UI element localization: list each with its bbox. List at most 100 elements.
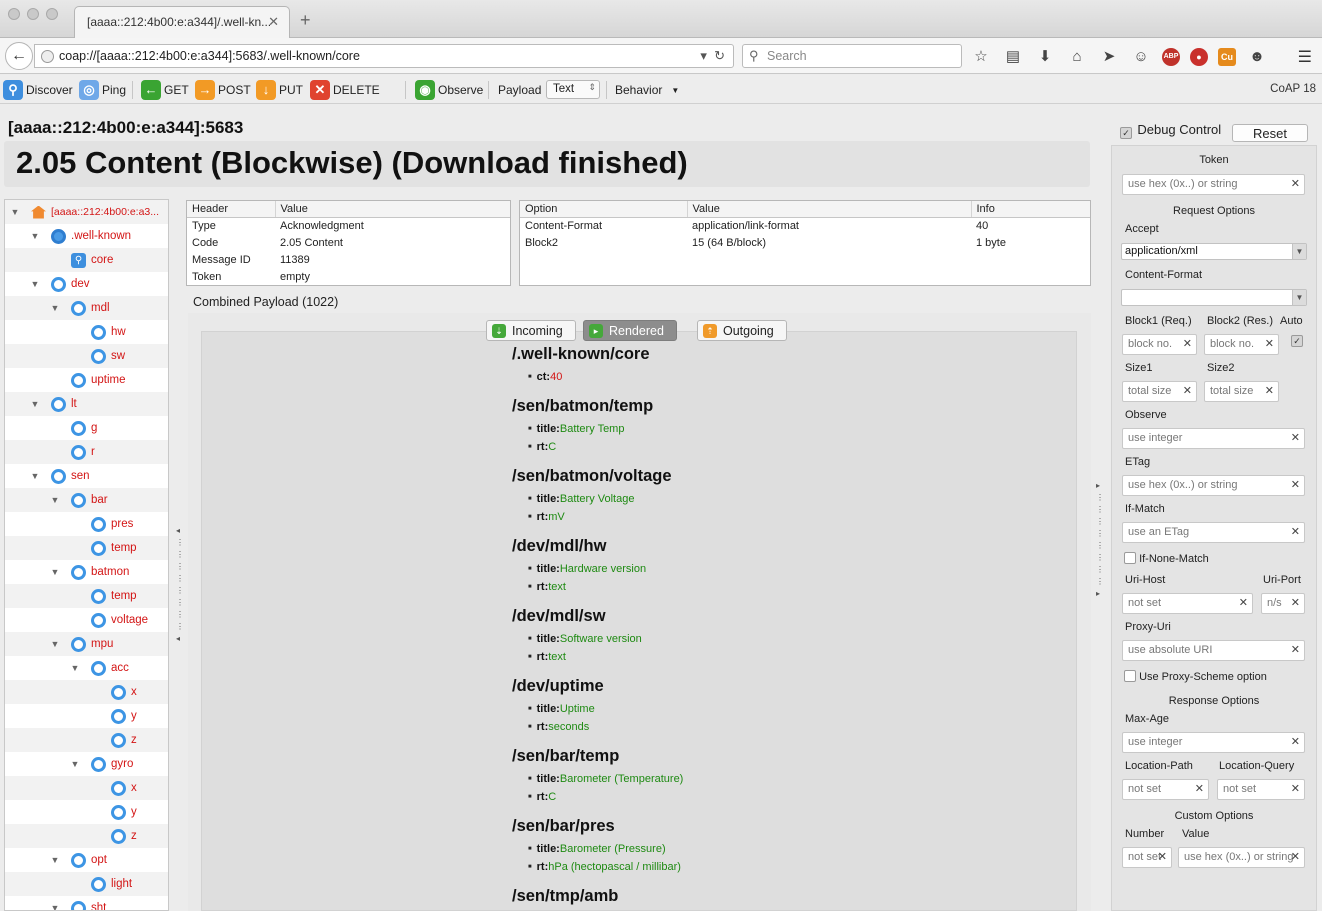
clear-icon[interactable]: ✕	[1195, 782, 1204, 795]
delete-button[interactable]: ✕ DELETE	[310, 79, 380, 101]
tree-item[interactable]: y	[5, 704, 168, 728]
clear-icon[interactable]: ✕	[1291, 643, 1300, 656]
uriport-input[interactable]: n/s ✕	[1261, 593, 1305, 614]
tree-item[interactable]: ▼ gyro	[5, 752, 168, 776]
send-icon[interactable]: ➤	[1098, 47, 1120, 67]
tree-item[interactable]: z	[5, 824, 168, 848]
discover-button[interactable]: ⚲ Discover	[3, 79, 73, 101]
expand-twisty-icon[interactable]: ▼	[49, 303, 61, 313]
link-path[interactable]: /dev/mdl/sw	[512, 605, 1072, 627]
tree-item[interactable]: ⚲ core	[5, 248, 168, 272]
clear-icon[interactable]: ✕	[1183, 337, 1192, 350]
browser-tab[interactable]: [aaaa::212:4b00:e:a344]/.well-kn... ✕	[74, 6, 290, 38]
tree-item[interactable]: voltage	[5, 608, 168, 632]
proxyscheme-option[interactable]: Use Proxy-Scheme option	[1124, 670, 1267, 683]
debug-control-checkbox[interactable]: ✓	[1120, 127, 1132, 139]
expand-twisty-icon[interactable]: ▼	[29, 279, 41, 289]
size1-input[interactable]: total size ✕	[1122, 381, 1197, 402]
tree-item[interactable]: x	[5, 680, 168, 704]
clear-icon[interactable]: ✕	[1291, 782, 1300, 795]
expand-twisty-icon[interactable]: ▼	[29, 231, 41, 241]
clear-icon[interactable]: ✕	[1291, 850, 1300, 863]
copper-icon[interactable]: Cu	[1218, 48, 1236, 66]
right-splitter-handle[interactable]: ▸ ⋮ ⋮ ⋮ ⋮ ⋮ ⋮ ⋮ ⋮ ▸	[1096, 480, 1104, 600]
expand-twisty-icon[interactable]: ▼	[49, 639, 61, 649]
link-path[interactable]: /sen/batmon/voltage	[512, 465, 1072, 487]
observe-input[interactable]: use integer ✕	[1122, 428, 1305, 449]
hamburger-menu-icon[interactable]: ☰	[1298, 47, 1312, 67]
reset-button[interactable]: Reset	[1232, 124, 1308, 142]
adblock-icon[interactable]: ABP	[1162, 48, 1180, 66]
expand-twisty-icon[interactable]: ▼	[49, 567, 61, 577]
tree-item[interactable]: ▼ sen	[5, 464, 168, 488]
tree-item[interactable]: temp	[5, 536, 168, 560]
ping-button[interactable]: ◎ Ping	[79, 79, 126, 101]
reload-icon[interactable]: ▾ ↻	[700, 48, 725, 64]
block2-input[interactable]: block no. ✕	[1204, 334, 1279, 355]
custom-number-input[interactable]: not set ✕	[1122, 847, 1172, 868]
proxyscheme-checkbox[interactable]	[1124, 670, 1136, 682]
chat-icon[interactable]: ☻	[1246, 47, 1268, 67]
expand-twisty-icon[interactable]: ▼	[49, 855, 61, 865]
tab-outgoing[interactable]: ⇡ Outgoing	[697, 320, 787, 341]
ifnonematch-option[interactable]: If-None-Match	[1124, 552, 1209, 565]
tree-item[interactable]: pres	[5, 512, 168, 536]
tree-item[interactable]: ▼ .well-known	[5, 224, 168, 248]
tree-item[interactable]: ▼ acc	[5, 656, 168, 680]
header-column-header[interactable]: Header	[187, 201, 276, 218]
tree-item[interactable]: ▼ lt	[5, 392, 168, 416]
proxyuri-input[interactable]: use absolute URI ✕	[1122, 640, 1305, 661]
clear-icon[interactable]: ✕	[1239, 596, 1248, 609]
header-column-value[interactable]: Value	[275, 201, 510, 218]
ifmatch-input[interactable]: use an ETag ✕	[1122, 522, 1305, 543]
tree-item[interactable]: ▼ dev	[5, 272, 168, 296]
auto-checkbox[interactable]: ✓	[1291, 335, 1303, 347]
extension-red-icon[interactable]: ●	[1190, 48, 1208, 66]
tree-item[interactable]: hw	[5, 320, 168, 344]
etag-input[interactable]: use hex (0x..) or string ✕	[1122, 475, 1305, 496]
tree-item[interactable]: temp	[5, 584, 168, 608]
ifnonematch-checkbox[interactable]	[1124, 552, 1136, 564]
tree-item[interactable]: ▼ batmon	[5, 560, 168, 584]
tree-item[interactable]: r	[5, 440, 168, 464]
clear-icon[interactable]: ✕	[1291, 478, 1300, 491]
accept-select[interactable]: application/xml ▼	[1121, 243, 1307, 260]
custom-value-input[interactable]: use hex (0x..) or string ✕	[1178, 847, 1305, 868]
back-button[interactable]: ←	[5, 42, 33, 70]
link-path[interactable]: /sen/batmon/temp	[512, 395, 1072, 417]
link-path[interactable]: /dev/uptime	[512, 675, 1072, 697]
observe-button[interactable]: ◉ Observe	[415, 79, 483, 101]
urihost-input[interactable]: not set ✕	[1122, 593, 1253, 614]
locquery-input[interactable]: not set ✕	[1217, 779, 1305, 800]
clear-icon[interactable]: ✕	[1291, 431, 1300, 444]
tree-item[interactable]: ▼ mdl	[5, 296, 168, 320]
close-window-button[interactable]	[8, 8, 20, 20]
clear-icon[interactable]: ✕	[1291, 596, 1300, 609]
option-column-value[interactable]: Value	[687, 201, 972, 218]
search-input[interactable]: ⚲ Search	[742, 44, 962, 68]
clear-icon[interactable]: ✕	[1183, 384, 1192, 397]
tree-item[interactable]: ▼ [aaaa::212:4b00:e:a3...	[5, 200, 168, 224]
tab-rendered[interactable]: ▸ Rendered	[583, 320, 677, 341]
tree-item[interactable]: sw	[5, 344, 168, 368]
reading-list-icon[interactable]: ▤	[1002, 47, 1024, 67]
url-bar[interactable]: coap://[aaaa::212:4b00:e:a344]:5683/.wel…	[34, 44, 734, 68]
locpath-input[interactable]: not set ✕	[1122, 779, 1209, 800]
tree-item[interactable]: z	[5, 728, 168, 752]
home-icon[interactable]: ⌂	[1066, 47, 1088, 67]
payload-format-select[interactable]: Text ⇕	[546, 80, 600, 99]
content-format-select[interactable]: ▼	[1121, 289, 1307, 306]
clear-icon[interactable]: ✕	[1291, 177, 1300, 190]
clear-icon[interactable]: ✕	[1291, 735, 1300, 748]
token-input[interactable]: use hex (0x..) or string ✕	[1122, 174, 1305, 195]
tree-item[interactable]: light	[5, 872, 168, 896]
expand-twisty-icon[interactable]: ▼	[9, 207, 21, 217]
clear-icon[interactable]: ✕	[1265, 337, 1274, 350]
minimize-window-button[interactable]	[27, 8, 39, 20]
expand-twisty-icon[interactable]: ▼	[49, 903, 61, 910]
tree-item[interactable]: g	[5, 416, 168, 440]
left-splitter-handle[interactable]: ◂ ⋮ ⋮ ⋮ ⋮ ⋮ ⋮ ⋮ ⋮ ◂	[176, 525, 184, 645]
option-column-option[interactable]: Option	[520, 201, 688, 218]
expand-twisty-icon[interactable]: ▼	[69, 759, 81, 769]
link-path[interactable]: /.well-known/core	[512, 343, 1072, 365]
